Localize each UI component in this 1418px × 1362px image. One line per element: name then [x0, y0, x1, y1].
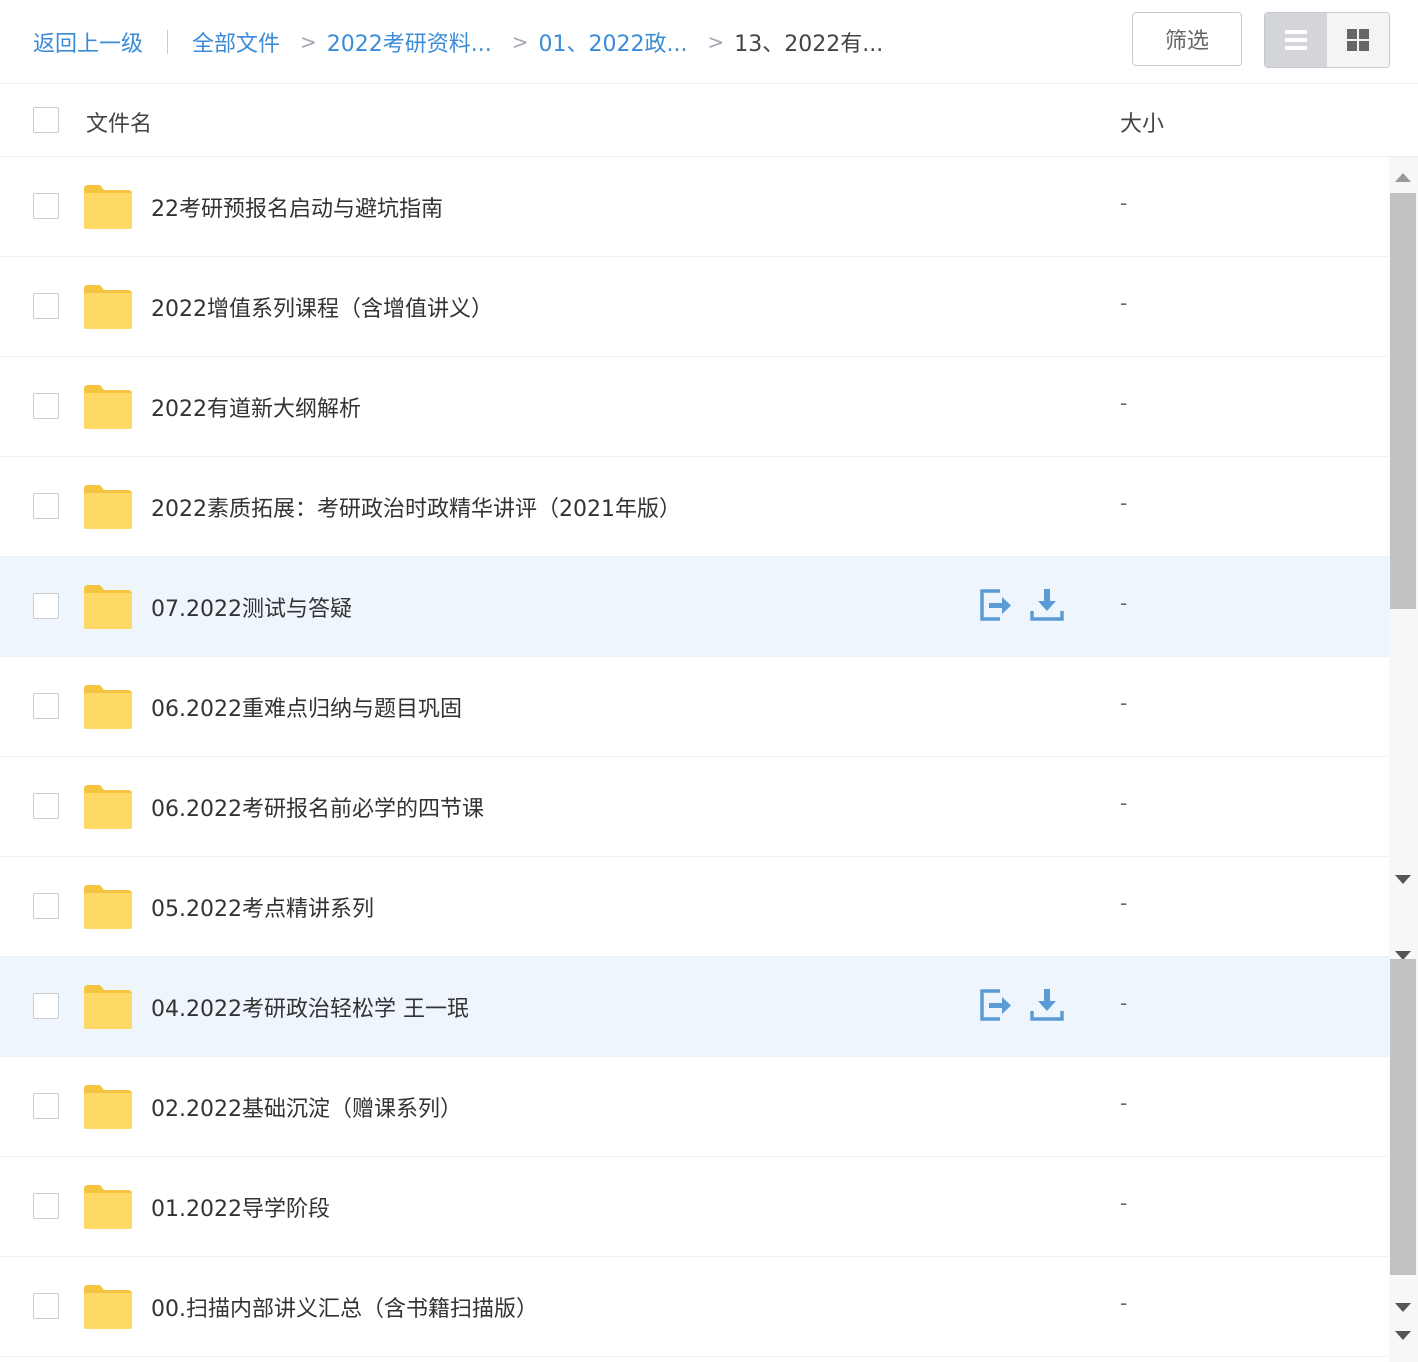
file-name[interactable]: 06.2022重难点归纳与题目巩固	[151, 691, 462, 723]
list-view-icon	[1285, 30, 1307, 50]
column-header-size[interactable]: 大小	[1120, 106, 1164, 138]
scroll-down-arrow-icon[interactable]	[1395, 1303, 1411, 1312]
file-size: -	[1120, 791, 1128, 815]
file-row[interactable]: 2022素质拓展：考研政治时政精华讲评（2021年版） -	[0, 457, 1389, 557]
breadcrumb: 返回上一级 全部文件 > 2022考研资料... > 01、2022政... >…	[33, 24, 883, 60]
folder-icon[interactable]	[84, 1285, 132, 1329]
file-name[interactable]: 00.扫描内部讲义汇总（含书籍扫描版）	[151, 1291, 538, 1323]
breadcrumb-level2[interactable]: 01、2022政...	[539, 26, 688, 58]
folder-icon[interactable]	[84, 785, 132, 829]
column-header-name[interactable]: 文件名	[86, 106, 152, 138]
file-row[interactable]: 06.2022重难点归纳与题目巩固 -	[0, 657, 1389, 757]
folder-icon[interactable]	[84, 185, 132, 229]
file-size: -	[1120, 691, 1128, 715]
folder-icon[interactable]	[84, 585, 132, 629]
scroll-down-arrow-icon[interactable]	[1395, 875, 1411, 884]
scrollbar[interactable]	[1389, 157, 1418, 1362]
row-checkbox[interactable]	[33, 493, 59, 519]
breadcrumb-current: 13、2022有...	[734, 32, 884, 57]
move-icon[interactable]	[978, 987, 1016, 1027]
download-icon[interactable]	[1029, 587, 1067, 627]
back-link[interactable]: 返回上一级	[33, 26, 143, 58]
scroll-down-arrow-icon[interactable]	[1395, 1331, 1411, 1340]
file-name[interactable]: 01.2022导学阶段	[151, 1191, 330, 1223]
file-size: -	[1120, 491, 1128, 515]
file-size: -	[1120, 591, 1128, 615]
file-size: -	[1120, 1191, 1128, 1215]
row-checkbox[interactable]	[33, 1193, 59, 1219]
row-checkbox[interactable]	[33, 893, 59, 919]
row-checkbox[interactable]	[33, 193, 59, 219]
folder-icon[interactable]	[84, 485, 132, 529]
breadcrumb-level1[interactable]: 2022考研资料...	[327, 26, 492, 58]
breadcrumb-divider	[167, 30, 169, 54]
top-bar: 返回上一级 全部文件 > 2022考研资料... > 01、2022政... >…	[0, 0, 1418, 84]
row-checkbox[interactable]	[33, 1293, 59, 1319]
file-size: -	[1120, 191, 1128, 215]
file-row[interactable]: 22考研预报名启动与避坑指南 -	[0, 157, 1389, 257]
row-checkbox[interactable]	[33, 293, 59, 319]
file-row[interactable]: 06.2022考研报名前必学的四节课 -	[0, 757, 1389, 857]
row-checkbox[interactable]	[33, 1093, 59, 1119]
table-header: 文件名 大小	[0, 84, 1418, 157]
select-all-checkbox[interactable]	[33, 107, 59, 133]
file-size: -	[1120, 391, 1128, 415]
row-checkbox[interactable]	[33, 393, 59, 419]
folder-icon[interactable]	[84, 685, 132, 729]
grid-view-button[interactable]	[1327, 13, 1389, 67]
file-row[interactable]: 2022有道新大纲解析 -	[0, 357, 1389, 457]
folder-icon[interactable]	[84, 985, 132, 1029]
file-row[interactable]: 02.2022基础沉淀（赠课系列） -	[0, 1057, 1389, 1157]
download-icon[interactable]	[1029, 987, 1067, 1027]
filter-button[interactable]: 筛选	[1132, 12, 1242, 66]
file-row[interactable]: 2022增值系列课程（含增值讲义） -	[0, 257, 1389, 357]
file-name[interactable]: 04.2022考研政治轻松学 王一珉	[151, 991, 469, 1023]
folder-icon[interactable]	[84, 285, 132, 329]
file-size: -	[1120, 1291, 1128, 1315]
file-size: -	[1120, 891, 1128, 915]
file-name[interactable]: 22考研预报名启动与避坑指南	[151, 191, 443, 223]
file-name[interactable]: 2022增值系列课程（含增值讲义）	[151, 291, 493, 323]
file-row[interactable]: 05.2022考点精讲系列 -	[0, 857, 1389, 957]
view-toggle	[1264, 12, 1390, 68]
breadcrumb-all-files[interactable]: 全部文件	[192, 26, 280, 58]
file-size: -	[1120, 991, 1128, 1015]
file-row[interactable]: 07.2022测试与答疑 -	[0, 557, 1389, 657]
list-view-button[interactable]	[1265, 13, 1327, 67]
file-name[interactable]: 2022素质拓展：考研政治时政精华讲评（2021年版）	[151, 491, 681, 523]
file-name[interactable]: 2022有道新大纲解析	[151, 391, 361, 423]
file-row[interactable]: 01.2022导学阶段 -	[0, 1157, 1389, 1257]
move-icon[interactable]	[978, 587, 1016, 627]
file-row[interactable]: 00.扫描内部讲义汇总（含书籍扫描版） -	[0, 1257, 1389, 1357]
file-list: 22考研预报名启动与避坑指南 -2022增值系列课程（含增值讲义） -2022有道新…	[0, 157, 1389, 1362]
file-name[interactable]: 06.2022考研报名前必学的四节课	[151, 791, 484, 823]
file-size: -	[1120, 1091, 1128, 1115]
grid-view-icon	[1347, 29, 1369, 51]
row-checkbox[interactable]	[33, 593, 59, 619]
scroll-up-arrow-icon[interactable]	[1395, 173, 1411, 182]
row-checkbox[interactable]	[33, 793, 59, 819]
row-checkbox[interactable]	[33, 993, 59, 1019]
folder-icon[interactable]	[84, 385, 132, 429]
chevron-right-icon: >	[707, 30, 725, 54]
folder-icon[interactable]	[84, 885, 132, 929]
folder-icon[interactable]	[84, 1185, 132, 1229]
chevron-right-icon: >	[511, 30, 529, 54]
file-row[interactable]: 04.2022考研政治轻松学 王一珉 -	[0, 957, 1389, 1057]
file-name[interactable]: 05.2022考点精讲系列	[151, 891, 374, 923]
row-checkbox[interactable]	[33, 693, 59, 719]
file-name[interactable]: 02.2022基础沉淀（赠课系列）	[151, 1091, 462, 1123]
file-name[interactable]: 07.2022测试与答疑	[151, 591, 352, 623]
folder-icon[interactable]	[84, 1085, 132, 1129]
scrollbar-thumb[interactable]	[1390, 193, 1416, 609]
file-size: -	[1120, 291, 1128, 315]
scrollbar-thumb[interactable]	[1390, 959, 1416, 1275]
chevron-right-icon: >	[300, 30, 317, 54]
